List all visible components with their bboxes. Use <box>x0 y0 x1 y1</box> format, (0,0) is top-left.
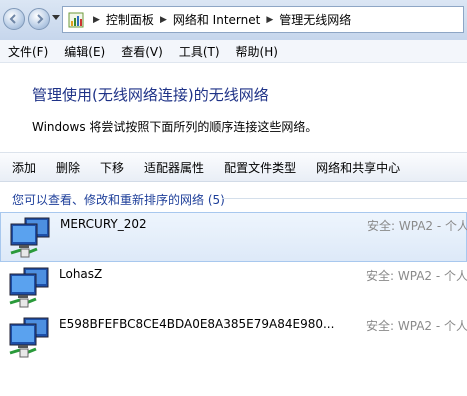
network-ssid: MERCURY_202 <box>60 217 147 231</box>
network-ssid: LohasZ <box>59 267 103 281</box>
network-row[interactable]: LohasZ 安全: WPA2 - 个人 <box>0 263 467 313</box>
network-security: 安全: WPA2 - 个人 <box>366 269 467 283</box>
divider <box>222 198 467 199</box>
page-title: 管理使用(无线网络连接)的无线网络 <box>32 86 269 104</box>
back-arrow-icon <box>9 14 16 24</box>
page-description: Windows 将尝试按照下面所列的顺序连接这些网络。 <box>32 120 318 134</box>
remove-button[interactable]: 删除 <box>44 159 88 176</box>
menu-file[interactable]: 文件(F) <box>0 43 56 60</box>
forward-button[interactable] <box>28 8 50 30</box>
address-bar: ▶ 控制面板 ▶ 网络和 Internet ▶ 管理无线网络 <box>0 0 467 41</box>
chevron-right-icon[interactable]: ▶ <box>160 15 167 25</box>
menu-view[interactable]: 查看(V) <box>113 43 171 60</box>
breadcrumb[interactable]: ▶ 控制面板 ▶ 网络和 Internet ▶ 管理无线网络 <box>62 6 464 33</box>
network-sharing-center-button[interactable]: 网络和共享中心 <box>304 159 408 176</box>
profile-types-button[interactable]: 配置文件类型 <box>212 159 304 176</box>
network-list-header: 您可以查看、修改和重新排序的网络 (5) <box>12 193 225 207</box>
crumb-manage-wireless[interactable]: 管理无线网络 <box>279 11 351 28</box>
control-panel-icon <box>68 12 84 28</box>
menu-edit[interactable]: 编辑(E) <box>56 43 113 60</box>
crumb-network-internet[interactable]: 网络和 Internet <box>173 11 260 28</box>
menu-bar: 文件(F) 编辑(E) 查看(V) 工具(T) 帮助(H) <box>0 40 467 63</box>
recent-pages-dropdown[interactable] <box>52 15 60 20</box>
move-down-button[interactable]: 下移 <box>88 159 132 176</box>
menu-help[interactable]: 帮助(H) <box>228 43 286 60</box>
forward-arrow-icon <box>37 14 44 24</box>
network-row[interactable]: E598BFEFBC8CE4BDA0E8A385E79A84E980... 安全… <box>0 313 467 363</box>
command-toolbar: 添加 删除 下移 适配器属性 配置文件类型 网络和共享中心 <box>0 152 467 182</box>
chevron-right-icon[interactable]: ▶ <box>266 15 273 25</box>
wireless-network-icon <box>9 267 49 308</box>
menu-tools[interactable]: 工具(T) <box>171 43 228 60</box>
network-security: 安全: WPA2 - 个人 <box>367 219 467 233</box>
chevron-right-icon[interactable]: ▶ <box>93 15 100 25</box>
network-row[interactable]: MERCURY_202 安全: WPA2 - 个人 <box>0 212 467 262</box>
adapter-properties-button[interactable]: 适配器属性 <box>132 159 212 176</box>
add-button[interactable]: 添加 <box>0 159 44 176</box>
wireless-network-icon <box>9 317 49 358</box>
network-ssid: E598BFEFBC8CE4BDA0E8A385E79A84E980... <box>59 317 335 331</box>
wireless-network-icon <box>10 217 50 258</box>
crumb-control-panel[interactable]: 控制面板 <box>106 11 154 28</box>
network-security: 安全: WPA2 - 个人 <box>366 319 467 333</box>
back-button[interactable] <box>3 8 25 30</box>
